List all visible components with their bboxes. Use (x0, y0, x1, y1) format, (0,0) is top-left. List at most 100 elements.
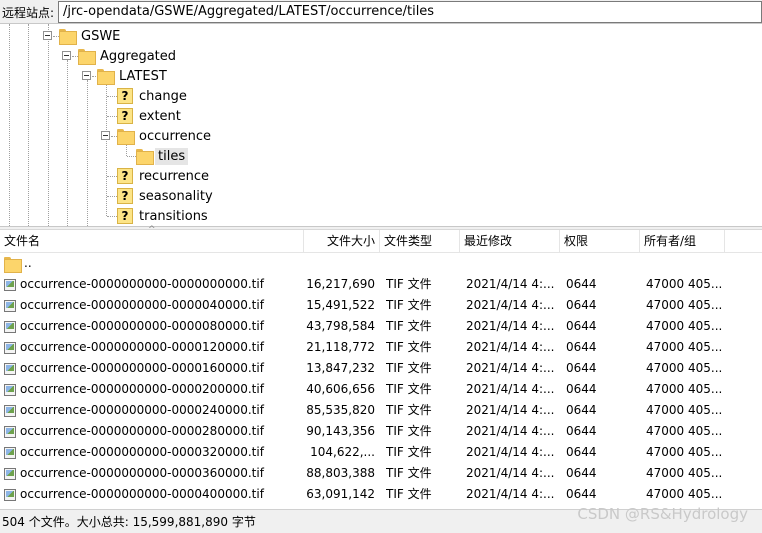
file-name-cell: occurrence-0000000000-0000200000.tif (4, 379, 304, 400)
file-size: 43,798,584 (306, 319, 375, 333)
tree-node-label: LATEST (119, 68, 167, 84)
file-row[interactable]: occurrence-0000000000-0000120000.tif 21,1… (0, 337, 762, 358)
file-size: 15,491,522 (306, 298, 375, 312)
column-header-owner[interactable]: 所有者/组 (640, 230, 725, 253)
image-file-icon (4, 278, 16, 291)
tree-node-label: change (139, 88, 187, 104)
file-name-cell: occurrence-0000000000-0000160000.tif (4, 358, 304, 379)
collapse-toggle-latest[interactable] (82, 71, 91, 80)
file-modified: 2021/4/14 4:... (466, 487, 555, 501)
unknown-folder-icon: ? (117, 108, 133, 124)
file-name-cell: .. (4, 253, 304, 274)
file-name-cell: occurrence-0000000000-0000000000.tif (4, 274, 304, 295)
folder-icon (4, 256, 22, 273)
tree-guide (28, 24, 29, 226)
tree-node-transitions[interactable]: ? transitions (117, 206, 211, 226)
tree-node-label: seasonality (139, 188, 213, 204)
file-name-cell: occurrence-0000000000-0000320000.tif (4, 442, 304, 463)
file-modified: 2021/4/14 4:... (466, 445, 555, 459)
image-file-icon (4, 488, 16, 501)
folder-icon (97, 69, 115, 85)
tree-guide (107, 96, 117, 97)
file-modified: 2021/4/14 4:... (466, 277, 555, 291)
tree-node-latest[interactable]: LATEST (97, 66, 170, 86)
file-owner: 47000 405... (646, 277, 722, 291)
file-row[interactable]: occurrence-0000000000-0000160000.tif 13,8… (0, 358, 762, 379)
remote-site-label: 远程站点: (2, 6, 55, 20)
tree-node-aggregated[interactable]: Aggregated (78, 46, 179, 66)
column-header-type[interactable]: 文件类型 (380, 230, 460, 253)
tree-node-gswe[interactable]: GSWE (59, 26, 123, 46)
tree-node-tiles[interactable]: tiles (136, 146, 189, 166)
file-name-cell: occurrence-0000000000-0000120000.tif (4, 337, 304, 358)
file-type: TIF 文件 (386, 424, 432, 438)
file-size: 88,803,388 (306, 466, 375, 480)
remote-directory-tree: GSWE Aggregated LATEST ? change ? extent… (0, 24, 762, 226)
file-type: TIF 文件 (386, 487, 432, 501)
file-size: 16,217,690 (306, 277, 375, 291)
file-permissions: 0644 (566, 361, 597, 375)
file-modified: 2021/4/14 4:... (466, 424, 555, 438)
remote-path-input[interactable]: /jrc-opendata/GSWE/Aggregated/LATEST/occ… (58, 1, 762, 23)
file-name: occurrence-0000000000-0000320000.tif (20, 445, 264, 459)
tree-node-recurrence[interactable]: ? recurrence (117, 166, 212, 186)
file-modified: 2021/4/14 4:... (466, 298, 555, 312)
file-row[interactable]: occurrence-0000000000-0000000000.tif 16,2… (0, 274, 762, 295)
file-list: .. occurrence-0000000000-0000000000.tif 1… (0, 253, 762, 509)
file-owner: 47000 405... (646, 319, 722, 333)
tree-node-occurrence[interactable]: occurrence (117, 126, 214, 146)
file-size: 90,143,356 (306, 424, 375, 438)
tree-guide (48, 24, 49, 226)
file-modified: 2021/4/14 4:... (466, 403, 555, 417)
file-size: 40,606,656 (306, 382, 375, 396)
tree-guide (87, 80, 88, 226)
file-name: occurrence-0000000000-0000200000.tif (20, 382, 264, 396)
file-name-cell: occurrence-0000000000-0000360000.tif (4, 463, 304, 484)
tree-node-change[interactable]: ? change (117, 86, 190, 106)
file-type: TIF 文件 (386, 466, 432, 480)
file-name-cell: occurrence-0000000000-0000240000.tif (4, 400, 304, 421)
file-row[interactable]: occurrence-0000000000-0000080000.tif 43,7… (0, 316, 762, 337)
collapse-toggle-occurrence[interactable] (101, 131, 110, 140)
image-file-icon (4, 446, 16, 459)
file-name: occurrence-0000000000-0000080000.tif (20, 319, 264, 333)
tree-guide (9, 24, 10, 226)
file-owner: 47000 405... (646, 487, 722, 501)
file-row[interactable]: occurrence-0000000000-0000040000.tif 15,4… (0, 295, 762, 316)
file-permissions: 0644 (566, 382, 597, 396)
remote-site-bar: 远程站点: /jrc-opendata/GSWE/Aggregated/LATE… (0, 0, 762, 24)
file-permissions: 0644 (566, 487, 597, 501)
file-permissions: 0644 (566, 403, 597, 417)
collapse-toggle-aggregated[interactable] (62, 51, 71, 60)
column-header-permissions[interactable]: 权限 (560, 230, 640, 253)
tree-node-extent[interactable]: ? extent (117, 106, 184, 126)
file-modified: 2021/4/14 4:... (466, 466, 555, 480)
image-file-icon (4, 341, 16, 354)
column-header-modified[interactable]: 最近修改 (460, 230, 560, 253)
unknown-folder-icon: ? (117, 188, 133, 204)
collapse-toggle-gswe[interactable] (43, 31, 52, 40)
file-type: TIF 文件 (386, 319, 432, 333)
tree-node-label: tiles (155, 147, 189, 165)
file-row[interactable]: occurrence-0000000000-0000200000.tif 40,6… (0, 379, 762, 400)
parent-directory-row[interactable]: .. (0, 253, 762, 274)
file-owner: 47000 405... (646, 403, 722, 417)
folder-icon (59, 29, 77, 45)
file-row[interactable]: occurrence-0000000000-0000240000.tif 85,5… (0, 400, 762, 421)
file-type: TIF 文件 (386, 361, 432, 375)
file-name-cell: occurrence-0000000000-0000040000.tif (4, 295, 304, 316)
file-permissions: 0644 (566, 319, 597, 333)
file-row[interactable]: occurrence-0000000000-0000360000.tif 88,8… (0, 463, 762, 484)
image-file-icon (4, 320, 16, 333)
file-row[interactable]: occurrence-0000000000-0000320000.tif 104,… (0, 442, 762, 463)
file-row[interactable]: occurrence-0000000000-0000400000.tif 63,0… (0, 484, 762, 505)
file-name: occurrence-0000000000-0000120000.tif (20, 340, 264, 354)
column-header-name[interactable]: 文件名 (0, 230, 304, 253)
file-type: TIF 文件 (386, 382, 432, 396)
file-row[interactable]: occurrence-0000000000-0000280000.tif 90,1… (0, 421, 762, 442)
column-header-size[interactable]: 文件大小 (304, 230, 380, 253)
tree-node-seasonality[interactable]: ? seasonality (117, 186, 216, 206)
image-file-icon (4, 299, 16, 312)
folder-icon (78, 49, 96, 65)
tree-guide (107, 116, 117, 117)
